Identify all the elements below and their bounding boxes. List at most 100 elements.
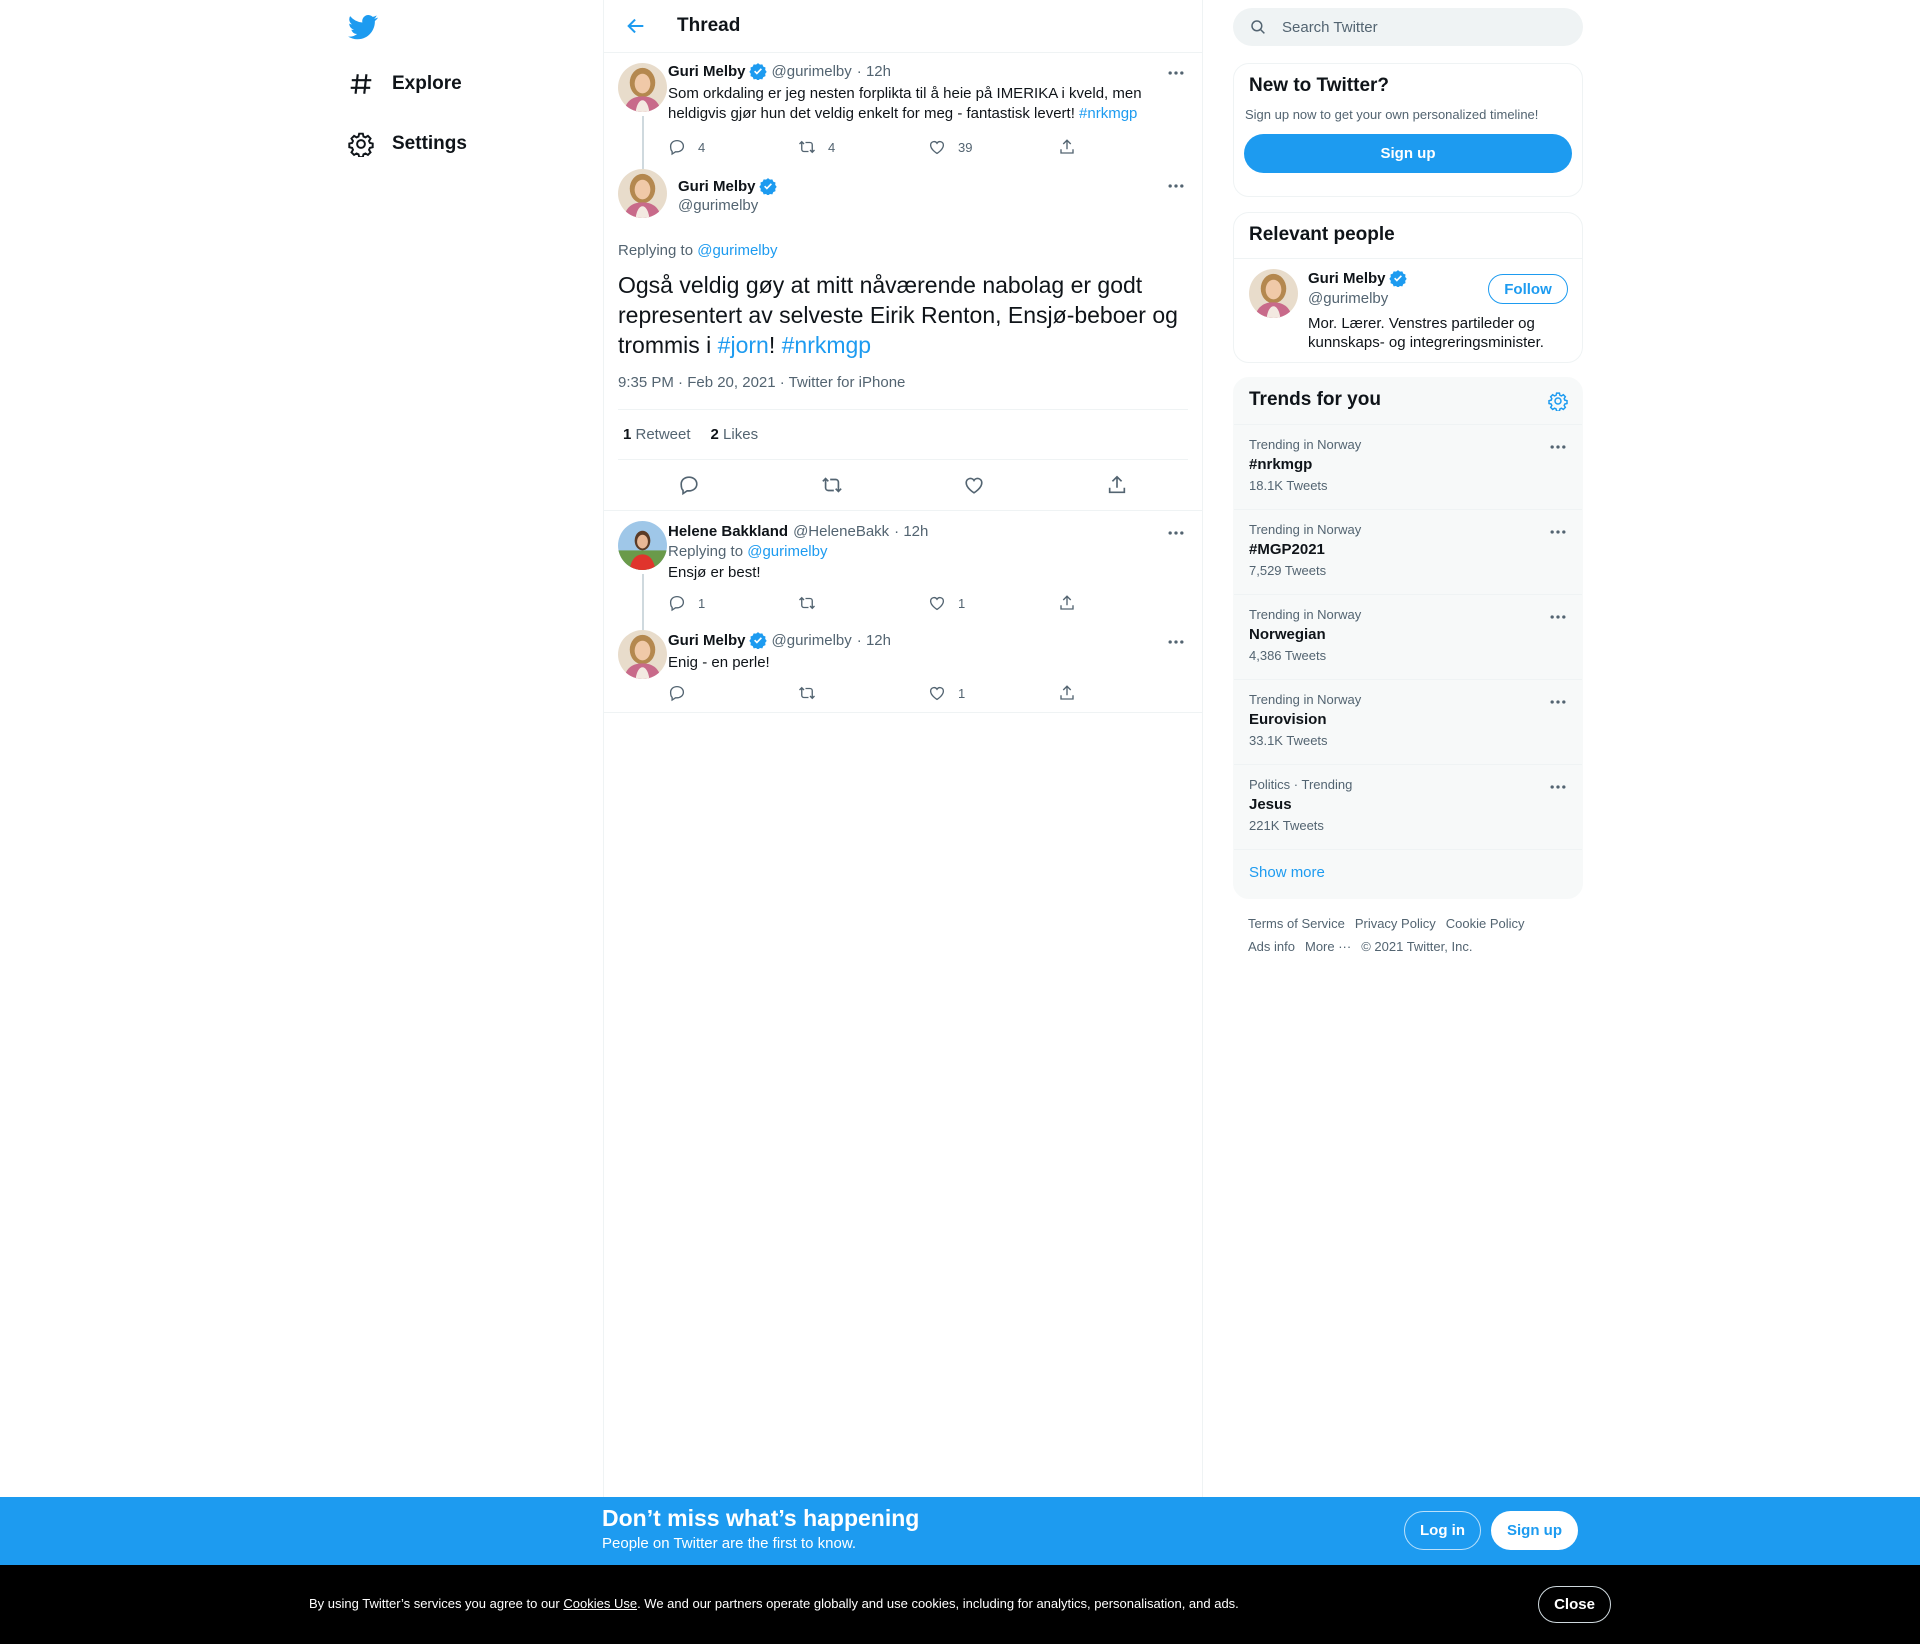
cookie-banner: By using Twitter’s services you agree to… bbox=[0, 1565, 1920, 1644]
more-icon[interactable] bbox=[1166, 632, 1186, 652]
author-name[interactable]: Guri Melby bbox=[668, 63, 746, 80]
author-name[interactable]: Guri Melby bbox=[678, 178, 756, 195]
page-title: Thread bbox=[677, 15, 741, 36]
footer-link[interactable]: Privacy Policy bbox=[1355, 916, 1436, 931]
more-icon[interactable] bbox=[1548, 607, 1568, 627]
person-name[interactable]: Guri Melby bbox=[1308, 270, 1386, 287]
gear-icon[interactable] bbox=[1548, 391, 1568, 411]
reply-button[interactable]: 1 bbox=[668, 594, 798, 612]
thread-column: Thread Guri Melby @gurimelby · 12h Som o… bbox=[603, 0, 1203, 1497]
author-handle[interactable]: @gurimelby bbox=[772, 632, 852, 649]
card-title: Relevant people bbox=[1234, 213, 1582, 259]
parent-tweet[interactable]: Guri Melby @gurimelby · 12h Som orkdalin… bbox=[604, 53, 1202, 171]
retweets-stat[interactable]: 1 Retweet bbox=[623, 426, 691, 443]
avatar[interactable] bbox=[618, 521, 667, 570]
more-icon[interactable] bbox=[1548, 437, 1568, 457]
trend-item[interactable]: Politics · Trending Jesus 221K Tweets bbox=[1234, 764, 1582, 849]
replying-to-handle[interactable]: @gurimelby bbox=[697, 242, 777, 259]
show-more-link[interactable]: Show more bbox=[1234, 849, 1582, 898]
tweet-text: Også veldig gøy at mitt nåværende nabola… bbox=[618, 270, 1188, 360]
verified-icon bbox=[759, 177, 777, 195]
footer-link[interactable]: More ··· bbox=[1305, 939, 1351, 954]
hashtag-link[interactable]: #jorn bbox=[718, 332, 769, 358]
hashtag-link[interactable]: #nrkmgp bbox=[782, 332, 871, 358]
twitter-bird-icon[interactable] bbox=[348, 12, 378, 42]
reply-icon bbox=[668, 684, 686, 702]
more-icon[interactable] bbox=[1548, 777, 1568, 797]
author-handle[interactable]: @HeleneBakk bbox=[793, 523, 889, 540]
heart-icon[interactable] bbox=[963, 474, 985, 496]
signup-button[interactable]: Sign up bbox=[1491, 1511, 1578, 1550]
more-icon[interactable] bbox=[1166, 176, 1186, 196]
follow-button[interactable]: Follow bbox=[1488, 274, 1568, 304]
author-handle[interactable]: @gurimelby bbox=[678, 197, 1188, 214]
signup-button[interactable]: Sign up bbox=[1244, 134, 1572, 173]
tweet-time[interactable]: · 12h bbox=[857, 632, 891, 649]
reply-count: 4 bbox=[698, 139, 706, 155]
nav-settings-label: Settings bbox=[392, 133, 467, 154]
nav-settings[interactable]: Settings bbox=[348, 124, 467, 164]
search-input[interactable] bbox=[1282, 18, 1552, 36]
replying-to-label: Replying to bbox=[668, 543, 748, 560]
trend-item[interactable]: Trending in Norway Norwegian 4,386 Tweet… bbox=[1234, 594, 1582, 679]
like-button[interactable]: 39 bbox=[928, 138, 1058, 156]
focused-tweet: Guri Melby @gurimelby Replying to @gurim… bbox=[604, 166, 1202, 510]
author-name[interactable]: Guri Melby bbox=[668, 632, 746, 649]
share-icon[interactable] bbox=[1106, 474, 1128, 496]
reply-icon[interactable] bbox=[678, 474, 700, 496]
share-icon bbox=[1058, 138, 1076, 156]
card-title: New to Twitter? bbox=[1249, 75, 1390, 96]
avatar[interactable] bbox=[618, 630, 667, 679]
trend-item[interactable]: Trending in Norway #nrkmgp 18.1K Tweets bbox=[1234, 424, 1582, 509]
tweet-time[interactable]: · 12h bbox=[857, 63, 891, 80]
avatar[interactable] bbox=[1249, 269, 1298, 318]
share-button[interactable] bbox=[1058, 594, 1188, 612]
replying-to: Replying to @gurimelby bbox=[668, 542, 1188, 562]
back-arrow-icon[interactable] bbox=[625, 15, 647, 37]
more-icon[interactable] bbox=[1548, 522, 1568, 542]
heart-icon bbox=[928, 138, 946, 156]
tweet-meta[interactable]: 9:35 PM · Feb 20, 2021 · Twitter for iPh… bbox=[618, 374, 1188, 410]
trend-item[interactable]: Trending in Norway #MGP2021 7,529 Tweets bbox=[1234, 509, 1582, 594]
cookies-use-link[interactable]: Cookies Use bbox=[563, 1596, 637, 1611]
retweet-button[interactable] bbox=[798, 684, 928, 702]
person-row[interactable]: Guri Melby @gurimelby Follow Mor. Lærer.… bbox=[1234, 259, 1582, 362]
more-icon[interactable] bbox=[1166, 523, 1186, 543]
more-icon[interactable] bbox=[1166, 63, 1186, 83]
nav-explore[interactable]: Explore bbox=[348, 64, 462, 104]
hashtag-link[interactable]: #nrkmgp bbox=[1079, 105, 1137, 122]
verified-icon bbox=[1389, 269, 1407, 287]
retweet-button[interactable] bbox=[798, 594, 928, 612]
like-button[interactable]: 1 bbox=[928, 594, 1058, 612]
retweet-button[interactable]: 4 bbox=[798, 138, 928, 156]
author-name[interactable]: Helene Bakkland bbox=[668, 523, 788, 540]
signup-banner: Don’t miss what’s happening People on Tw… bbox=[0, 1497, 1920, 1565]
more-icon[interactable] bbox=[1548, 692, 1568, 712]
trend-item[interactable]: Trending in Norway Eurovision 33.1K Twee… bbox=[1234, 679, 1582, 764]
footer-link[interactable]: Terms of Service bbox=[1248, 916, 1345, 931]
avatar[interactable] bbox=[618, 63, 667, 112]
footer-link[interactable]: Cookie Policy bbox=[1446, 916, 1525, 931]
search-box[interactable] bbox=[1233, 8, 1583, 46]
trend-count: 221K Tweets bbox=[1249, 818, 1324, 833]
tweet-text-separator: ! bbox=[768, 332, 782, 358]
tweet-time[interactable]: · 12h bbox=[894, 523, 928, 540]
replying-to-handle[interactable]: @gurimelby bbox=[747, 543, 827, 560]
reply-tweet[interactable]: Helene Bakkland @HeleneBakk · 12h Replyi… bbox=[604, 510, 1202, 632]
author-handle[interactable]: @gurimelby bbox=[772, 63, 852, 80]
retweet-icon[interactable] bbox=[821, 474, 843, 496]
like-button[interactable]: 1 bbox=[928, 684, 1058, 702]
avatar[interactable] bbox=[618, 169, 667, 218]
close-button[interactable]: Close bbox=[1538, 1586, 1611, 1623]
footer-link[interactable]: Ads info bbox=[1248, 939, 1295, 954]
login-button[interactable]: Log in bbox=[1404, 1511, 1481, 1550]
share-button[interactable] bbox=[1058, 684, 1188, 702]
person-handle[interactable]: @gurimelby bbox=[1308, 290, 1388, 307]
retweet-count: 4 bbox=[828, 139, 836, 155]
reply-tweet[interactable]: Guri Melby @gurimelby · 12h Enig - en pe… bbox=[604, 622, 1202, 713]
new-to-twitter-card: New to Twitter? Sign up now to get your … bbox=[1233, 63, 1583, 197]
reply-button[interactable] bbox=[668, 684, 798, 702]
reply-button[interactable]: 4 bbox=[668, 138, 798, 156]
share-button[interactable] bbox=[1058, 138, 1188, 156]
likes-stat[interactable]: 2 Likes bbox=[711, 426, 759, 443]
